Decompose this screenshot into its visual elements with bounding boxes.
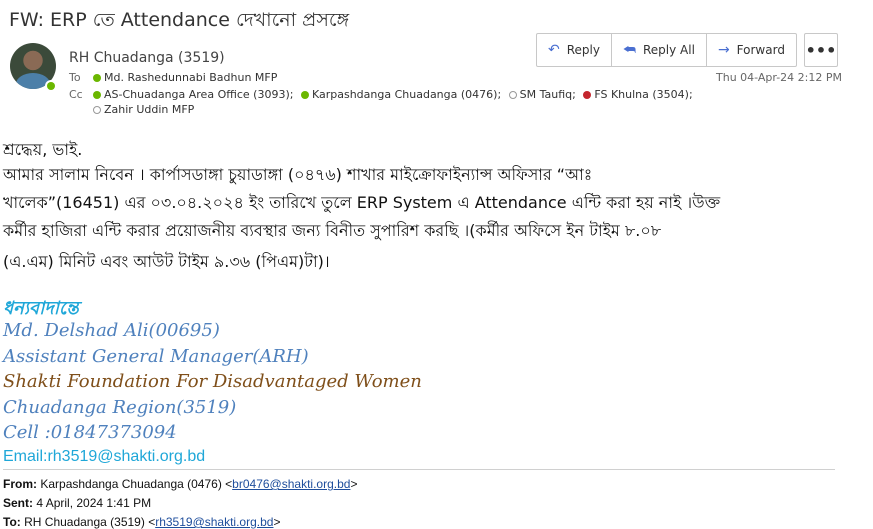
body-line: খালেক”(16451) এর ০৩.০৪.২০২৪ ইং তারিখে তু… (3, 193, 721, 212)
signature-organization: Shakti Foundation For Disadvantaged Wome… (3, 371, 422, 392)
presence-available-icon (93, 91, 101, 99)
forwarded-sent: Sent: 4 April, 2024 1:41 PM (3, 496, 152, 510)
body-line: আমার সালাম নিবেন । কার্পাসডাঙ্গা চুয়াডা… (3, 165, 593, 184)
presence-available-icon (93, 74, 101, 82)
signature-cell: Cell :01847373094 (3, 422, 177, 443)
received-date: Thu 04-Apr-24 2:12 PM (716, 71, 842, 84)
presence-available-icon (45, 80, 57, 92)
recipient-chip[interactable]: AS-Chuadanga Area Office (3093); (93, 88, 293, 101)
more-actions-button[interactable]: ••• (804, 33, 838, 67)
presence-offline-icon (93, 106, 101, 114)
from-email-link[interactable]: br0476@shakti.org.bd (232, 477, 350, 491)
body-line: কর্মীর হাজিরা এন্টি করার প্রয়োজনীয় ব্য… (3, 221, 662, 240)
forwarded-from: From: Karpashdanga Chuadanga (0476) <br0… (3, 477, 358, 491)
cc-recipients: AS-Chuadanga Area Office (3093); Karpash… (93, 88, 697, 101)
recipient-chip[interactable]: SM Taufiq; (508, 88, 576, 101)
signature-email[interactable]: Email:rh3519@shakti.org.bd (3, 448, 205, 466)
presence-available-icon (300, 91, 309, 99)
recipient-chip[interactable]: FS Khulna (3504); (583, 88, 693, 101)
more-icon: ••• (805, 40, 837, 60)
reply-arrow-icon: ↶ (548, 42, 560, 58)
sender-name[interactable]: RH Chuadanga (3519) (69, 50, 225, 66)
signature-region: Chuadanga Region(3519) (3, 397, 237, 418)
to-recipients: Md. Rashedunnabi Badhun MFP (93, 71, 281, 84)
body-greeting: শ্রদ্ধেয়, ভাই. (3, 140, 83, 159)
recipient-chip[interactable]: Zahir Uddin MFP (93, 103, 194, 116)
signature-name: Md. Delshad Ali(00695) (3, 320, 220, 341)
signature-title: Assistant General Manager(ARH) (3, 346, 309, 367)
forwarded-to: To: RH Chuadanga (3519) <rh3519@shakti.o… (3, 515, 281, 529)
presence-offline-icon (508, 91, 517, 99)
presence-busy-icon (583, 91, 592, 99)
body-line: (এ.এম) মিনিট এবং আউট টাইম ৯.৩৬ (পিএম)টা)… (3, 252, 330, 271)
cc-label: Cc (69, 88, 83, 101)
reply-all-icon: ⮪ (622, 42, 636, 58)
email-subject: FW: ERP তে Attendance দেখানো প্রসঙ্গে (9, 9, 350, 31)
forward-divider (3, 469, 835, 470)
forward-button[interactable]: → Forward (707, 34, 796, 66)
reply-button[interactable]: ↶ Reply (537, 34, 612, 66)
cc-recipients-row2: Zahir Uddin MFP (93, 103, 198, 116)
recipient-chip[interactable]: Karpashdanga Chuadanga (0476); (300, 88, 501, 101)
reply-toolbar: ↶ Reply ⮪ Reply All → Forward (536, 33, 797, 67)
forward-arrow-icon: → (717, 42, 730, 58)
to-label: To (69, 71, 81, 84)
recipient-chip[interactable]: Md. Rashedunnabi Badhun MFP (93, 71, 277, 84)
reply-all-button[interactable]: ⮪ Reply All (612, 34, 707, 66)
to-email-link[interactable]: rh3519@shakti.org.bd (155, 515, 273, 529)
